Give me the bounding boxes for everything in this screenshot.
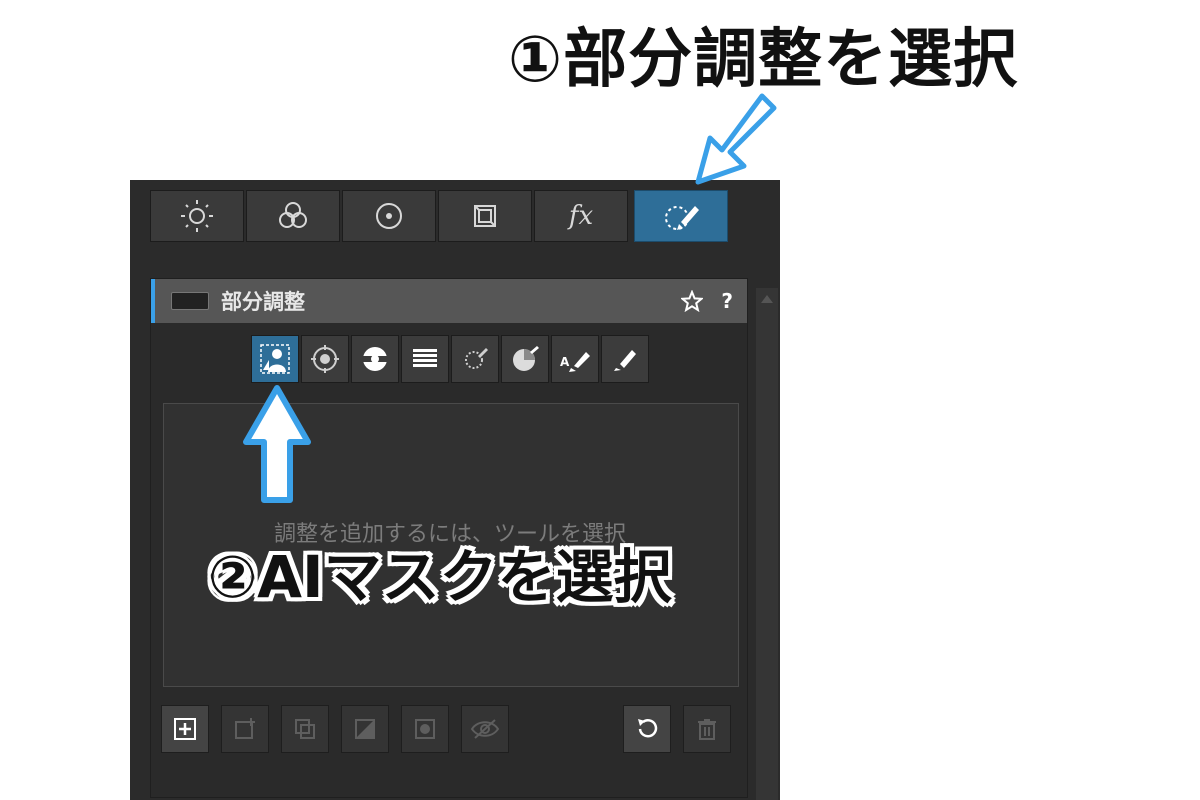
svg-text:A: A <box>560 355 570 369</box>
hide-button[interactable] <box>461 705 509 753</box>
step1-annotation: ①部分調整を選択 <box>508 23 1019 97</box>
reset-icon <box>638 719 658 738</box>
tool-radial[interactable] <box>301 335 349 383</box>
brush-icon <box>614 350 636 371</box>
ring-gradient-icon <box>363 347 387 371</box>
color-picker-icon <box>465 348 488 369</box>
scrollbar[interactable] <box>756 288 778 800</box>
invert-icon <box>355 719 375 739</box>
invert-button[interactable] <box>341 705 389 753</box>
tab-local-adjustments[interactable] <box>634 190 728 242</box>
local-adjust-brush-icon <box>665 206 699 230</box>
auto-brush-icon: A <box>560 352 590 372</box>
tab-light[interactable] <box>150 190 244 242</box>
tab-color[interactable] <box>246 190 340 242</box>
color-circles-icon <box>279 202 307 228</box>
arrow-up-icon <box>243 385 311 503</box>
tool-ring[interactable] <box>351 335 399 383</box>
duplicate-icon <box>295 719 315 739</box>
help-button[interactable]: ? <box>721 289 733 313</box>
step2-annotation: ②AIマスクを選択 <box>208 543 672 611</box>
section-header: 部分調整 ? <box>151 279 747 323</box>
chevron-up-icon <box>761 295 773 303</box>
section-title: 部分調整 <box>221 290 305 314</box>
add-mask-button[interactable] <box>161 705 209 753</box>
radial-gradient-icon <box>311 345 339 373</box>
new-mask-button[interactable] <box>221 705 269 753</box>
show-mask-button[interactable] <box>401 705 449 753</box>
mask-actions <box>161 705 509 753</box>
reset-button[interactable] <box>623 705 671 753</box>
detail-icon <box>376 203 402 229</box>
tool-linear[interactable] <box>401 335 449 383</box>
tool-color-range[interactable] <box>451 335 499 383</box>
tool-auto-brush[interactable]: A <box>551 335 599 383</box>
mask-show-icon <box>415 719 435 739</box>
arrow-down-left-icon <box>695 93 777 185</box>
fx-icon: fx <box>568 201 594 231</box>
tool-luminance[interactable] <box>501 335 549 383</box>
linear-gradient-icon <box>413 349 437 367</box>
hide-icon <box>470 719 500 739</box>
tab-detail[interactable] <box>342 190 436 242</box>
star-icon[interactable] <box>681 290 704 312</box>
delete-button[interactable] <box>683 705 731 753</box>
brightness-icon <box>181 200 213 232</box>
mask-actions-right <box>623 705 731 753</box>
panel-tabbar: fx <box>150 190 728 242</box>
tool-brush[interactable] <box>601 335 649 383</box>
duplicate-button[interactable] <box>281 705 329 753</box>
mask-tools: A <box>251 335 649 383</box>
section-toggle[interactable] <box>171 292 209 310</box>
scroll-up-arrow[interactable] <box>756 288 778 310</box>
add-icon <box>174 718 196 740</box>
new-mask-icon <box>235 718 255 739</box>
adjustment-panel: fx 部分調整 ? A 調整を追加するには、ツールを選択 <box>130 180 780 800</box>
tab-geometry[interactable] <box>438 190 532 242</box>
tab-effects[interactable]: fx <box>534 190 628 242</box>
ai-mask-person-icon <box>260 344 290 374</box>
tool-ai-mask[interactable] <box>251 335 299 383</box>
trash-icon <box>698 719 716 740</box>
frame-icon <box>474 205 496 227</box>
luminance-icon <box>513 346 539 371</box>
